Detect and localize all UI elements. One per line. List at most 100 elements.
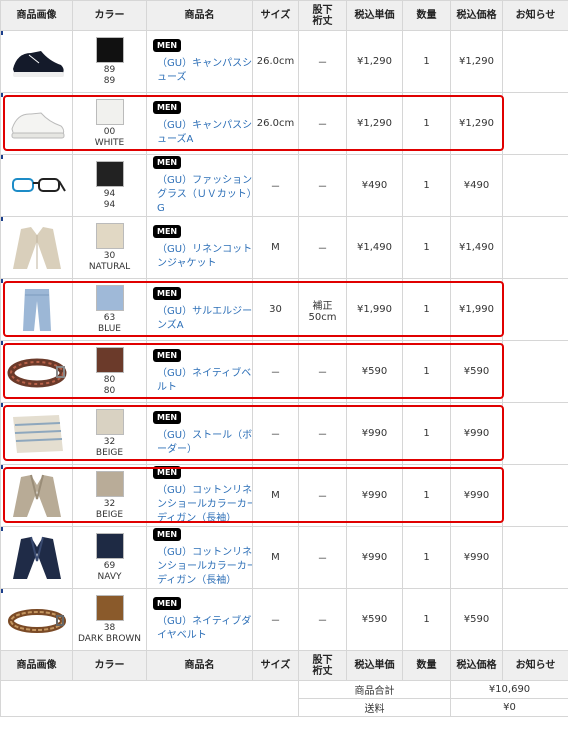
total-price-cell: ¥990	[450, 526, 503, 589]
color-code: 38	[103, 622, 116, 633]
gu-logo-icon	[1, 217, 3, 221]
color-name: WHITE	[94, 137, 125, 148]
size-cell: 26.0cm	[252, 30, 299, 93]
header-unit-price: 税込単価	[346, 650, 403, 681]
product-image[interactable]	[1, 93, 67, 147]
color-cell: 32 BEIGE	[72, 402, 147, 465]
product-image[interactable]	[1, 217, 67, 271]
table-row: 00 WHITE MEN （GU）キャンパスシューズA 26.0cm － ¥1,…	[0, 92, 568, 155]
unit-price-cell: ¥990	[346, 464, 403, 527]
product-image[interactable]	[1, 589, 67, 643]
color-cell: 80 80	[72, 340, 147, 403]
inseam-cell: －	[298, 464, 347, 527]
product-name-link[interactable]: （GU）ストール（ボーダー）	[153, 429, 252, 457]
unit-price-cell: ¥1,290	[346, 92, 403, 155]
product-name-cell: MEN （GU）キャンパスシューズ	[146, 30, 253, 93]
table-row: 69 NAVY MEN （GU）コットンリネンショールカラーカーディガン（長袖）…	[0, 526, 568, 589]
product-image-cell	[0, 464, 73, 527]
color-name: BEIGE	[95, 447, 124, 458]
total-price-cell: ¥990	[450, 402, 503, 465]
product-image[interactable]	[1, 155, 67, 209]
qty-cell: 1	[402, 154, 451, 217]
color-name: 80	[103, 385, 116, 396]
notice-cell	[502, 216, 568, 279]
product-name-link[interactable]: （GU）ファッショングラス（ＵＶカット）G	[153, 174, 252, 216]
inseam-cell: －	[298, 92, 347, 155]
header-color: カラー	[72, 650, 147, 681]
notice-cell	[502, 526, 568, 589]
color-swatch	[95, 284, 124, 311]
table-row: 32 BEIGE MEN （GU）ストール（ボーダー） － － ¥990 1 ¥…	[0, 402, 568, 465]
color-name: NAVY	[97, 571, 122, 582]
header-total-price: 税込価格	[450, 650, 503, 681]
table-row: 38 DARK BROWN MEN （GU）ネイティブダイヤベルト － － ¥5…	[0, 588, 568, 651]
size-cell: 26.0cm	[252, 92, 299, 155]
inseam-cell: 補正 50cm	[298, 278, 347, 341]
unit-price-cell: ¥590	[346, 340, 403, 403]
product-name-link[interactable]: （GU）リネンコットンジャケット	[153, 243, 252, 271]
gu-logo-icon	[1, 589, 3, 593]
color-swatch	[95, 470, 124, 497]
product-name-link[interactable]: （GU）キャンパスシューズA	[153, 119, 252, 147]
men-badge: MEN	[153, 286, 182, 300]
header-qty: 数量	[402, 650, 451, 681]
product-image[interactable]	[1, 31, 67, 85]
table-row: 63 BLUE MEN （GU）サルエルジーンズA 30 補正 50cm ¥1,…	[0, 278, 568, 341]
product-image-cell	[0, 154, 73, 217]
color-code: 89	[103, 64, 116, 75]
product-name-link[interactable]: （GU）コットンリネンショールカラーカーディガン（長袖）	[153, 484, 252, 526]
total-price-cell: ¥1,290	[450, 92, 503, 155]
qty-cell: 1	[402, 588, 451, 651]
color-name: BEIGE	[95, 509, 124, 520]
unit-price-cell: ¥990	[346, 402, 403, 465]
qty-cell: 1	[402, 216, 451, 279]
product-image[interactable]	[1, 341, 67, 395]
header-image: 商品画像	[0, 0, 73, 31]
men-badge: MEN	[153, 527, 182, 541]
product-name-link[interactable]: （GU）サルエルジーンズA	[153, 305, 252, 333]
gu-logo-icon	[1, 155, 3, 159]
qty-cell: 1	[402, 464, 451, 527]
product-image[interactable]	[1, 527, 67, 581]
product-image[interactable]	[1, 403, 67, 457]
inseam-cell: －	[298, 402, 347, 465]
product-name-cell: MEN （GU）ネイティブベルト	[146, 340, 253, 403]
notice-cell	[502, 278, 568, 341]
table-header-row: 商品画像 カラー 商品名 サイズ 股下 裄丈 税込単価 数量 税込価格 お知らせ	[0, 0, 568, 31]
color-code: 80	[103, 374, 116, 385]
total-price-cell: ¥1,490	[450, 216, 503, 279]
total-price-cell: ¥1,290	[450, 30, 503, 93]
gu-logo-icon	[1, 93, 3, 97]
color-cell: 94 94	[72, 154, 147, 217]
subtotal-value: ¥10,690	[450, 680, 568, 699]
men-badge: MEN	[153, 155, 182, 169]
men-badge: MEN	[153, 348, 182, 362]
order-table: 商品画像 カラー 商品名 サイズ 股下 裄丈 税込単価 数量 税込価格 お知らせ …	[0, 0, 568, 717]
color-code: 69	[103, 560, 116, 571]
color-code: 32	[103, 436, 116, 447]
product-name-link[interactable]: （GU）ネイティブベルト	[153, 367, 252, 395]
product-image[interactable]	[1, 279, 67, 333]
table-row: 89 89 MEN （GU）キャンパスシューズ 26.0cm － ¥1,290 …	[0, 30, 568, 93]
product-name-link[interactable]: （GU）ネイティブダイヤベルト	[153, 615, 252, 643]
size-cell: M	[252, 526, 299, 589]
unit-price-cell: ¥1,490	[346, 216, 403, 279]
men-badge: MEN	[153, 100, 182, 114]
gu-logo-icon	[1, 465, 3, 469]
product-name-link[interactable]: （GU）コットンリネンショールカラーカーディガン（長袖）	[153, 546, 252, 588]
color-cell: 63 BLUE	[72, 278, 147, 341]
header-total-price: 税込価格	[450, 0, 503, 31]
product-name-cell: MEN （GU）コットンリネンショールカラーカーディガン（長袖）	[146, 526, 253, 589]
color-cell: 30 NATURAL	[72, 216, 147, 279]
table-row: 80 80 MEN （GU）ネイティブベルト － － ¥590 1 ¥590	[0, 340, 568, 403]
product-name-link[interactable]: （GU）キャンパスシューズ	[153, 57, 252, 85]
inseam-cell: －	[298, 154, 347, 217]
header-size: サイズ	[252, 0, 299, 31]
notice-cell	[502, 30, 568, 93]
product-image-cell	[0, 216, 73, 279]
product-image[interactable]	[1, 465, 67, 519]
color-cell: 00 WHITE	[72, 92, 147, 155]
unit-price-cell: ¥1,990	[346, 278, 403, 341]
qty-cell: 1	[402, 278, 451, 341]
header-name: 商品名	[146, 650, 253, 681]
